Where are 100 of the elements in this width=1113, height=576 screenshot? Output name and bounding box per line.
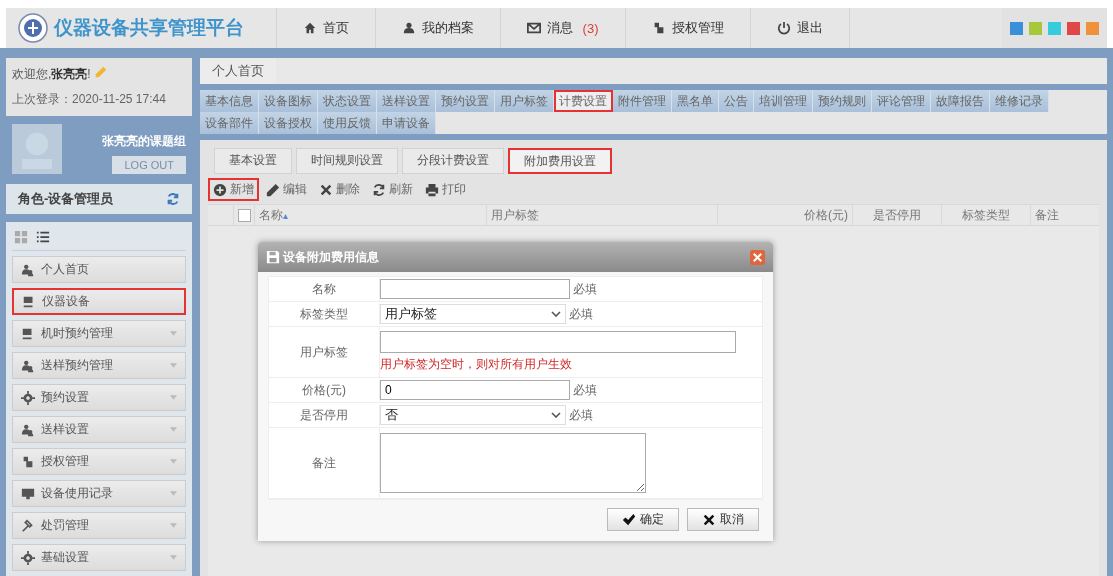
input-field[interactable] xyxy=(380,331,736,353)
caret-icon[interactable] xyxy=(170,395,177,400)
tab[interactable]: 申请设备 xyxy=(377,112,436,134)
menu-item[interactable]: 处罚管理 xyxy=(12,512,186,539)
caret-icon[interactable] xyxy=(170,491,177,496)
tab[interactable]: 设备授权 xyxy=(259,112,318,134)
menu-item[interactable]: 送样预约管理 xyxy=(12,352,186,379)
tab[interactable]: 用户标签 xyxy=(495,90,554,112)
tab[interactable]: 计费设置 xyxy=(554,90,613,112)
column-header[interactable]: 价格(元) xyxy=(718,205,853,225)
role-label: 角色-设备管理员 xyxy=(18,190,115,208)
input-field[interactable]: 0 xyxy=(380,380,570,400)
column-header[interactable]: 备注 xyxy=(1031,205,1099,225)
grid-view-icon[interactable] xyxy=(14,230,28,244)
theme-swatch[interactable] xyxy=(1048,21,1061,35)
theme-swatch[interactable] xyxy=(1010,21,1023,35)
theme-swatch[interactable] xyxy=(1029,21,1042,35)
sub-tab[interactable]: 分段计费设置 xyxy=(402,148,504,174)
toolbar-button[interactable]: 打印 xyxy=(420,178,471,201)
column-header[interactable]: 标签类型 xyxy=(942,205,1031,225)
cross-icon xyxy=(702,512,716,527)
tab[interactable]: 基本信息 xyxy=(200,90,259,112)
computer-icon xyxy=(22,294,36,309)
tab[interactable]: 维修记录 xyxy=(990,90,1049,112)
menu-item[interactable]: 个人首页 xyxy=(12,256,186,283)
hint-text: 用户标签为空时，则对所有用户生效 xyxy=(380,356,573,373)
menu-item[interactable]: 送样设置 xyxy=(12,416,186,443)
printer-icon xyxy=(425,182,439,197)
tab[interactable]: 使用反馈 xyxy=(318,112,377,134)
user-icon xyxy=(402,21,416,35)
toolbar-button[interactable]: 新增 xyxy=(208,178,259,201)
select-field[interactable]: 用户标签 xyxy=(380,304,566,324)
field-label: 是否停用 xyxy=(299,406,349,424)
tab[interactable]: 送样设置 xyxy=(377,90,436,112)
people-icon xyxy=(21,358,35,373)
people-icon xyxy=(21,422,35,437)
close-icon[interactable] xyxy=(750,249,765,265)
toolbar-button[interactable]: 编辑 xyxy=(261,178,312,201)
caret-icon[interactable] xyxy=(170,459,177,464)
logout-button[interactable]: LOG OUT xyxy=(112,156,186,174)
toolbar-button[interactable]: 删除 xyxy=(314,178,365,201)
tab[interactable]: 设备部件 xyxy=(200,112,259,134)
tab[interactable]: 附件管理 xyxy=(613,90,672,112)
menu-item[interactable]: 设备使用记录 xyxy=(12,480,186,507)
refresh-icon[interactable] xyxy=(166,192,180,206)
menu-item[interactable]: 仪器设备 xyxy=(12,288,186,315)
menu-item[interactable]: 预约设置 xyxy=(12,384,186,411)
column-header[interactable]: 是否停用 xyxy=(853,205,942,225)
input-field[interactable] xyxy=(380,279,570,299)
gear-icon xyxy=(21,550,35,565)
breadcrumb-tab[interactable]: 个人首页 xyxy=(200,58,276,84)
pencil-icon xyxy=(266,182,280,197)
sub-tab[interactable]: 基本设置 xyxy=(214,148,292,174)
menu-item[interactable]: 授权管理 xyxy=(12,448,186,475)
check-icon xyxy=(622,512,636,527)
chevron-down-icon xyxy=(551,412,561,418)
required-note: 必填 xyxy=(573,381,597,399)
theme-swatch[interactable] xyxy=(1067,21,1080,35)
menu-item[interactable]: 机时预约管理 xyxy=(12,320,186,347)
menu-item[interactable]: 基础设置 xyxy=(12,544,186,571)
dialog-button[interactable]: 确定 xyxy=(607,508,679,531)
tab[interactable]: 黑名单 xyxy=(672,90,719,112)
monitor-icon xyxy=(21,486,35,501)
caret-icon[interactable] xyxy=(170,363,177,368)
pencil-icon[interactable] xyxy=(94,66,107,78)
cross-icon xyxy=(319,182,333,197)
hammer-icon xyxy=(21,518,35,533)
list-view-icon[interactable] xyxy=(36,230,50,244)
tab[interactable]: 状态设置 xyxy=(318,90,377,112)
column-header[interactable]: 用户标签 xyxy=(487,205,718,225)
app-title: 仪器设备共享管理平台 xyxy=(54,16,244,40)
tab[interactable]: 设备图标 xyxy=(259,90,318,112)
sub-tab[interactable]: 附加费用设置 xyxy=(508,148,612,174)
tab[interactable]: 评论管理 xyxy=(872,90,931,112)
logo-icon xyxy=(18,13,48,43)
tab[interactable]: 公告 xyxy=(719,90,754,112)
textarea-field[interactable] xyxy=(380,433,646,493)
dialog-button[interactable]: 取消 xyxy=(687,508,759,531)
caret-icon[interactable] xyxy=(170,427,177,432)
field-label: 标签类型 xyxy=(299,305,349,323)
column-header[interactable]: 名称▴ xyxy=(255,205,487,225)
select-field[interactable]: 否 xyxy=(380,405,566,425)
tab[interactable]: 培训管理 xyxy=(754,90,813,112)
required-note: 必填 xyxy=(569,406,593,424)
tab[interactable]: 预约规则 xyxy=(813,90,872,112)
power-icon xyxy=(776,21,791,35)
tab[interactable]: 故障报告 xyxy=(931,90,990,112)
last-login-text: 上次登录：2020-11-25 17:44 xyxy=(12,91,167,108)
select-all-checkbox[interactable] xyxy=(237,208,251,222)
caret-icon[interactable] xyxy=(170,523,177,528)
field-label: 价格(元) xyxy=(301,381,347,399)
tab[interactable]: 预约设置 xyxy=(436,90,495,112)
people-icon xyxy=(21,262,35,277)
toolbar-button[interactable]: 刷新 xyxy=(367,178,418,201)
caret-icon[interactable] xyxy=(170,331,177,336)
caret-icon[interactable] xyxy=(170,555,177,560)
required-note: 必填 xyxy=(573,280,597,298)
theme-swatch[interactable] xyxy=(1086,21,1099,35)
sub-tab[interactable]: 时间规则设置 xyxy=(296,148,398,174)
computer-icon xyxy=(21,326,35,341)
